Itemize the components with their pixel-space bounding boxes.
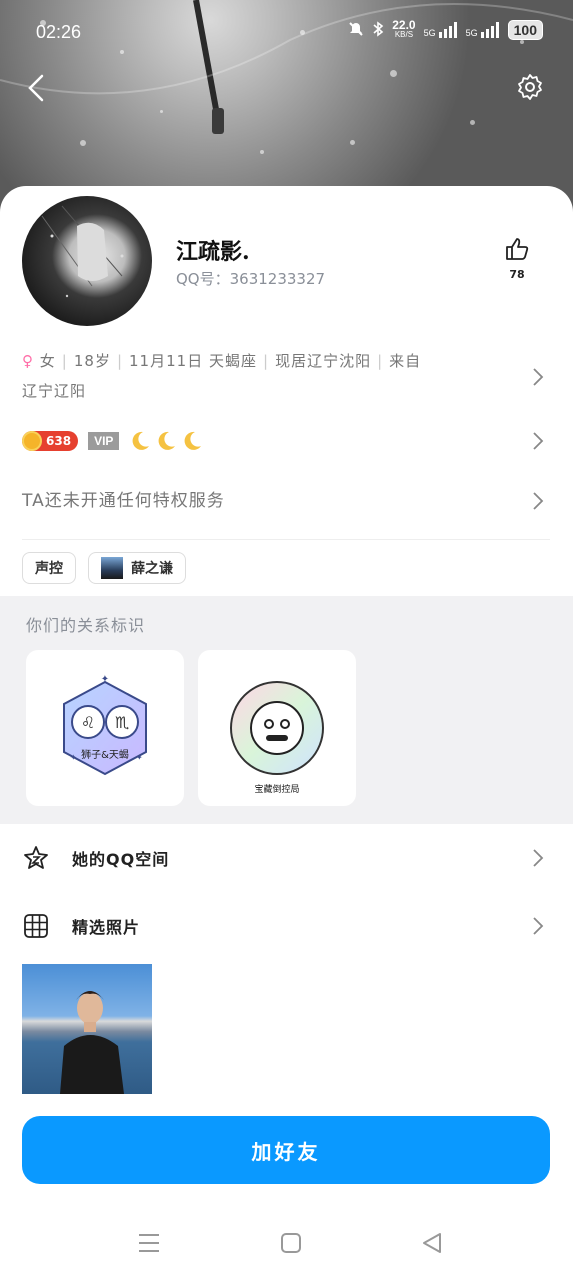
svg-text:✦: ✦ (101, 674, 109, 685)
star-icon (22, 844, 50, 872)
avatar[interactable] (22, 196, 152, 326)
moon-icon (158, 431, 176, 450)
status-time: 02:26 (36, 22, 82, 42)
interest-tags: 声控 薛之谦 (22, 552, 186, 584)
svg-text:♏: ♏ (115, 713, 129, 732)
qzone-label: 她的QQ空间 (72, 850, 170, 869)
chevron-right-icon (531, 490, 545, 512)
relation-card-treasure[interactable]: 宝藏倒控局 (198, 650, 356, 806)
zodiac: 天蝎座 (208, 352, 257, 370)
relation-card-label: 狮子&天蝎 (81, 750, 129, 761)
profile-name: 江疏影. (176, 239, 250, 265)
female-icon: ♀ (22, 352, 34, 370)
grid-icon (22, 912, 50, 940)
vip-badge: VIP (88, 432, 120, 450)
badges-row[interactable]: 638 VIP (22, 430, 203, 452)
basic-info[interactable]: ♀ 女 | 18岁 | 11月11日 天蝎座 | 现居辽宁沈阳 | 来自 辽宁辽阳 (22, 346, 502, 406)
back-triangle-icon[interactable] (420, 1230, 446, 1256)
featured-photo[interactable] (22, 964, 152, 1094)
relation-title: 你们的关系标识 (26, 616, 146, 635)
status-bar: 02:26 22.0 KB/S 5G 5G 100 (0, 0, 573, 64)
tag-singer[interactable]: 薛之谦 (88, 552, 186, 584)
tag-thumbnail (101, 557, 123, 579)
add-friend-button[interactable]: 加好友 (22, 1116, 550, 1184)
thumbs-up-icon (504, 238, 530, 266)
mute-icon (348, 21, 364, 40)
profile-card: 江疏影. QQ号：3631233327 78 ♀ 女 | 18岁 | 11月11日 天蝎… (0, 186, 573, 1280)
gender: 女 (39, 352, 56, 370)
battery-icon: 100 (507, 20, 543, 40)
moon-icon (184, 431, 202, 450)
hometown-prefix: 来自 (389, 352, 422, 370)
relation-section: 你们的关系标识 ♌ ♏ ✦ ✦ ✦ 狮子&天蝎 宝藏倒控局 (0, 596, 573, 824)
relation-card-label: 宝藏倒控局 (254, 785, 300, 795)
moon-icon (132, 431, 150, 450)
status-icons: 22.0 KB/S 5G 5G 100 (348, 18, 543, 40)
network-speed: 22.0 KB/S (392, 18, 416, 39)
photos-label: 精选照片 (72, 918, 141, 937)
back-button[interactable] (20, 68, 54, 108)
home-icon[interactable] (278, 1230, 304, 1256)
like-button[interactable]: 78 (500, 236, 534, 281)
signal-5g-2: 5G (466, 22, 500, 38)
divider (22, 539, 550, 540)
birthday: 11月11日 (129, 352, 204, 370)
coin-icon (22, 431, 42, 451)
tag-voice[interactable]: 声控 (22, 552, 76, 584)
level-moons (129, 430, 203, 452)
like-count: 78 (509, 268, 525, 281)
chevron-right-icon (531, 366, 545, 388)
chevron-right-icon (531, 915, 545, 937)
system-nav-bar (0, 1200, 573, 1280)
qq-number: QQ号：3631233327 (176, 270, 326, 288)
qzone-row[interactable]: 她的QQ空间 (0, 828, 573, 888)
hometown: 辽宁辽阳 (22, 382, 87, 400)
privilege-text[interactable]: TA还未开通任何特权服务 (22, 486, 225, 511)
svg-text:♌: ♌ (81, 713, 95, 732)
relation-card-zodiac[interactable]: ♌ ♏ ✦ ✦ ✦ 狮子&天蝎 (26, 650, 184, 806)
photos-row[interactable]: 精选照片 (0, 896, 573, 956)
age: 18岁 (73, 352, 111, 370)
location: 现居辽宁沈阳 (275, 352, 372, 370)
chevron-right-icon (531, 430, 545, 452)
bluetooth-icon (372, 20, 384, 40)
chevron-right-icon (531, 847, 545, 869)
coin-badge: 638 (22, 431, 79, 451)
menu-icon[interactable] (136, 1230, 162, 1256)
settings-gear-icon[interactable] (515, 72, 545, 102)
signal-5g-1: 5G (424, 22, 458, 38)
